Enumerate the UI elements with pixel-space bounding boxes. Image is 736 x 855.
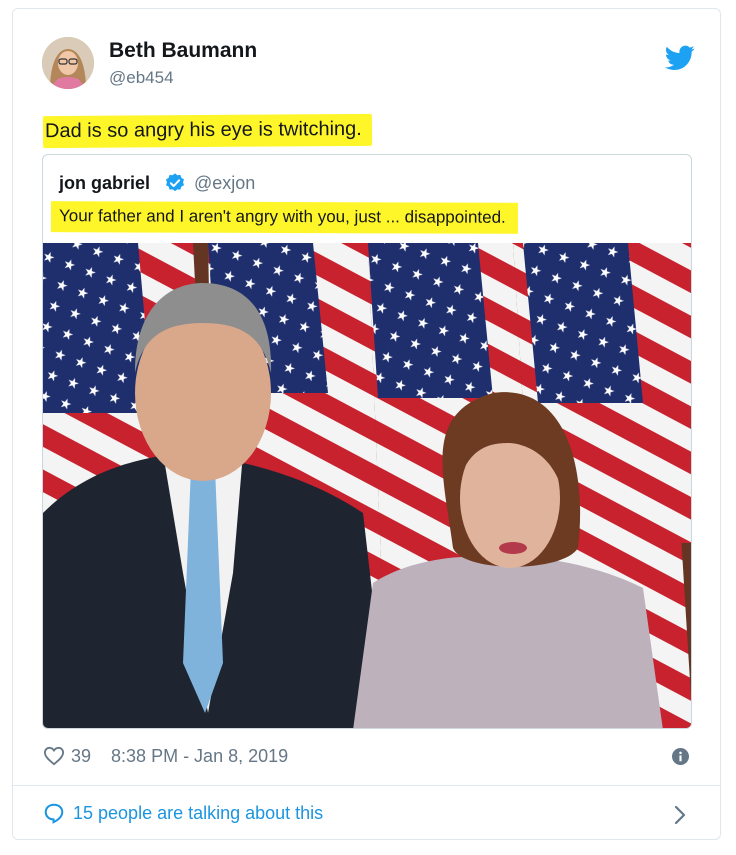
author-handle[interactable]: @eb454 <box>109 68 174 88</box>
conversation-label[interactable]: 15 people are talking about this <box>73 803 323 824</box>
twitter-bird-icon[interactable] <box>665 45 695 71</box>
quoted-tweet-text: Your father and I aren't angry with you,… <box>50 201 518 234</box>
author-avatar[interactable] <box>42 37 94 89</box>
tweet-text: Dad is so angry his eye is twitching. <box>42 113 372 149</box>
verified-badge-icon <box>166 173 184 192</box>
quoted-author-name[interactable]: jon gabriel <box>59 173 150 194</box>
like-count[interactable]: 39 <box>71 746 91 767</box>
footer-divider <box>13 785 720 786</box>
chevron-right-icon[interactable] <box>673 804 687 826</box>
tweet-timestamp[interactable]: 8:38 PM - Jan 8, 2019 <box>111 746 288 767</box>
heart-icon[interactable] <box>43 746 65 766</box>
conversation-link[interactable]: 15 people are talking about this <box>43 802 693 824</box>
quoted-tweet[interactable]: jon gabriel @exjon Your father and I are… <box>42 154 692 729</box>
speech-bubble-icon <box>44 803 64 824</box>
quoted-tweet-photo[interactable]: ★ <box>43 243 692 729</box>
info-icon[interactable] <box>672 748 689 765</box>
quoted-author-handle[interactable]: @exjon <box>194 173 255 194</box>
tweet-card: Beth Baumann @eb454 Dad is so angry his … <box>12 8 721 840</box>
author-display-name[interactable]: Beth Baumann <box>109 39 257 63</box>
tweet-footer: 39 8:38 PM - Jan 8, 2019 <box>43 741 288 771</box>
